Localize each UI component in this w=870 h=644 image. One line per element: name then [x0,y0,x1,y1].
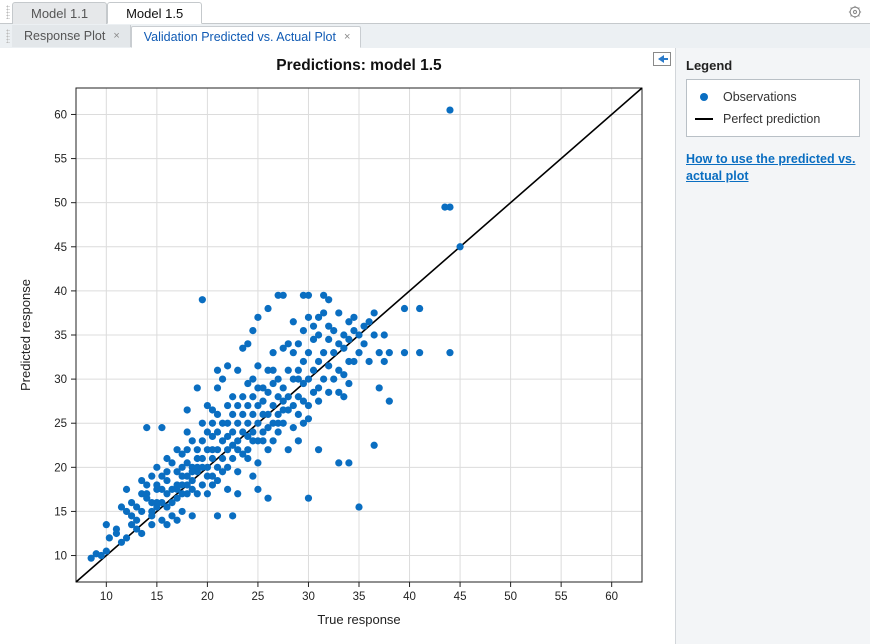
close-icon[interactable]: × [344,26,350,48]
svg-text:25: 25 [54,418,67,430]
scatter-chart: 10 15 20 25 30 35 40 45 50 55 60 10 15 20 25 30 35 40 45 50… [0,48,660,638]
expand-icon[interactable] [653,52,671,66]
svg-text:15: 15 [150,591,163,603]
svg-text:35: 35 [54,330,67,342]
model-tabstrip: Model 1.1 Model 1.5 [0,0,870,24]
line-icon [695,118,713,120]
svg-text:60: 60 [605,591,618,603]
plot-tab-label: Response Plot [24,25,105,47]
svg-text:15: 15 [54,506,67,518]
svg-text:25: 25 [252,591,265,603]
svg-text:45: 45 [454,591,467,603]
model-tab-1-1[interactable]: Model 1.1 [12,2,107,24]
legend-item-label: Perfect prediction [723,112,820,126]
tab-validation-predicted-actual[interactable]: Validation Predicted vs. Actual Plot × [131,26,362,48]
legend-box: Observations Perfect prediction [686,79,860,137]
svg-text:35: 35 [353,591,366,603]
tab-response-plot[interactable]: Response Plot × [12,25,131,47]
svg-text:30: 30 [302,591,315,603]
svg-text:40: 40 [403,591,416,603]
svg-text:60: 60 [54,109,67,121]
legend-panel: Legend Observations Perfect prediction H… [675,48,870,644]
legend-item-observations: Observations [693,86,853,108]
svg-text:50: 50 [504,591,517,603]
plot-tabstrip: Response Plot × Validation Predicted vs.… [0,24,870,48]
model-tab-label: Model 1.5 [126,6,183,21]
svg-text:20: 20 [54,462,67,474]
svg-text:True response: True response [317,612,400,627]
svg-text:10: 10 [100,591,113,603]
svg-text:50: 50 [54,198,67,210]
plot-tab-label: Validation Predicted vs. Actual Plot [144,26,336,48]
model-tab-1-5[interactable]: Model 1.5 [107,2,202,24]
grip-icon [6,5,10,19]
svg-text:Predictions: model 1.5: Predictions: model 1.5 [276,57,442,74]
gear-icon[interactable] [848,5,862,19]
grip-icon [6,29,10,43]
svg-text:55: 55 [54,154,67,166]
svg-text:40: 40 [54,286,67,298]
svg-text:30: 30 [54,374,67,386]
model-tab-label: Model 1.1 [31,6,88,21]
content-area: 10 15 20 25 30 35 40 45 50 55 60 10 15 20 25 30 35 40 45 50… [0,48,870,644]
svg-text:45: 45 [54,242,67,254]
legend-item-perfect-prediction: Perfect prediction [693,108,853,130]
plot-area: 10 15 20 25 30 35 40 45 50 55 60 10 15 20 25 30 35 40 45 50… [0,48,675,644]
close-icon[interactable]: × [113,25,119,47]
svg-text:20: 20 [201,591,214,603]
help-link-predicted-vs-actual[interactable]: How to use the predicted vs. actual plot [686,151,860,185]
svg-text:10: 10 [54,551,67,563]
legend-item-label: Observations [723,90,797,104]
svg-text:55: 55 [555,591,568,603]
svg-text:Predicted response: Predicted response [18,279,33,391]
legend-title: Legend [686,58,860,73]
dot-icon [700,93,708,101]
